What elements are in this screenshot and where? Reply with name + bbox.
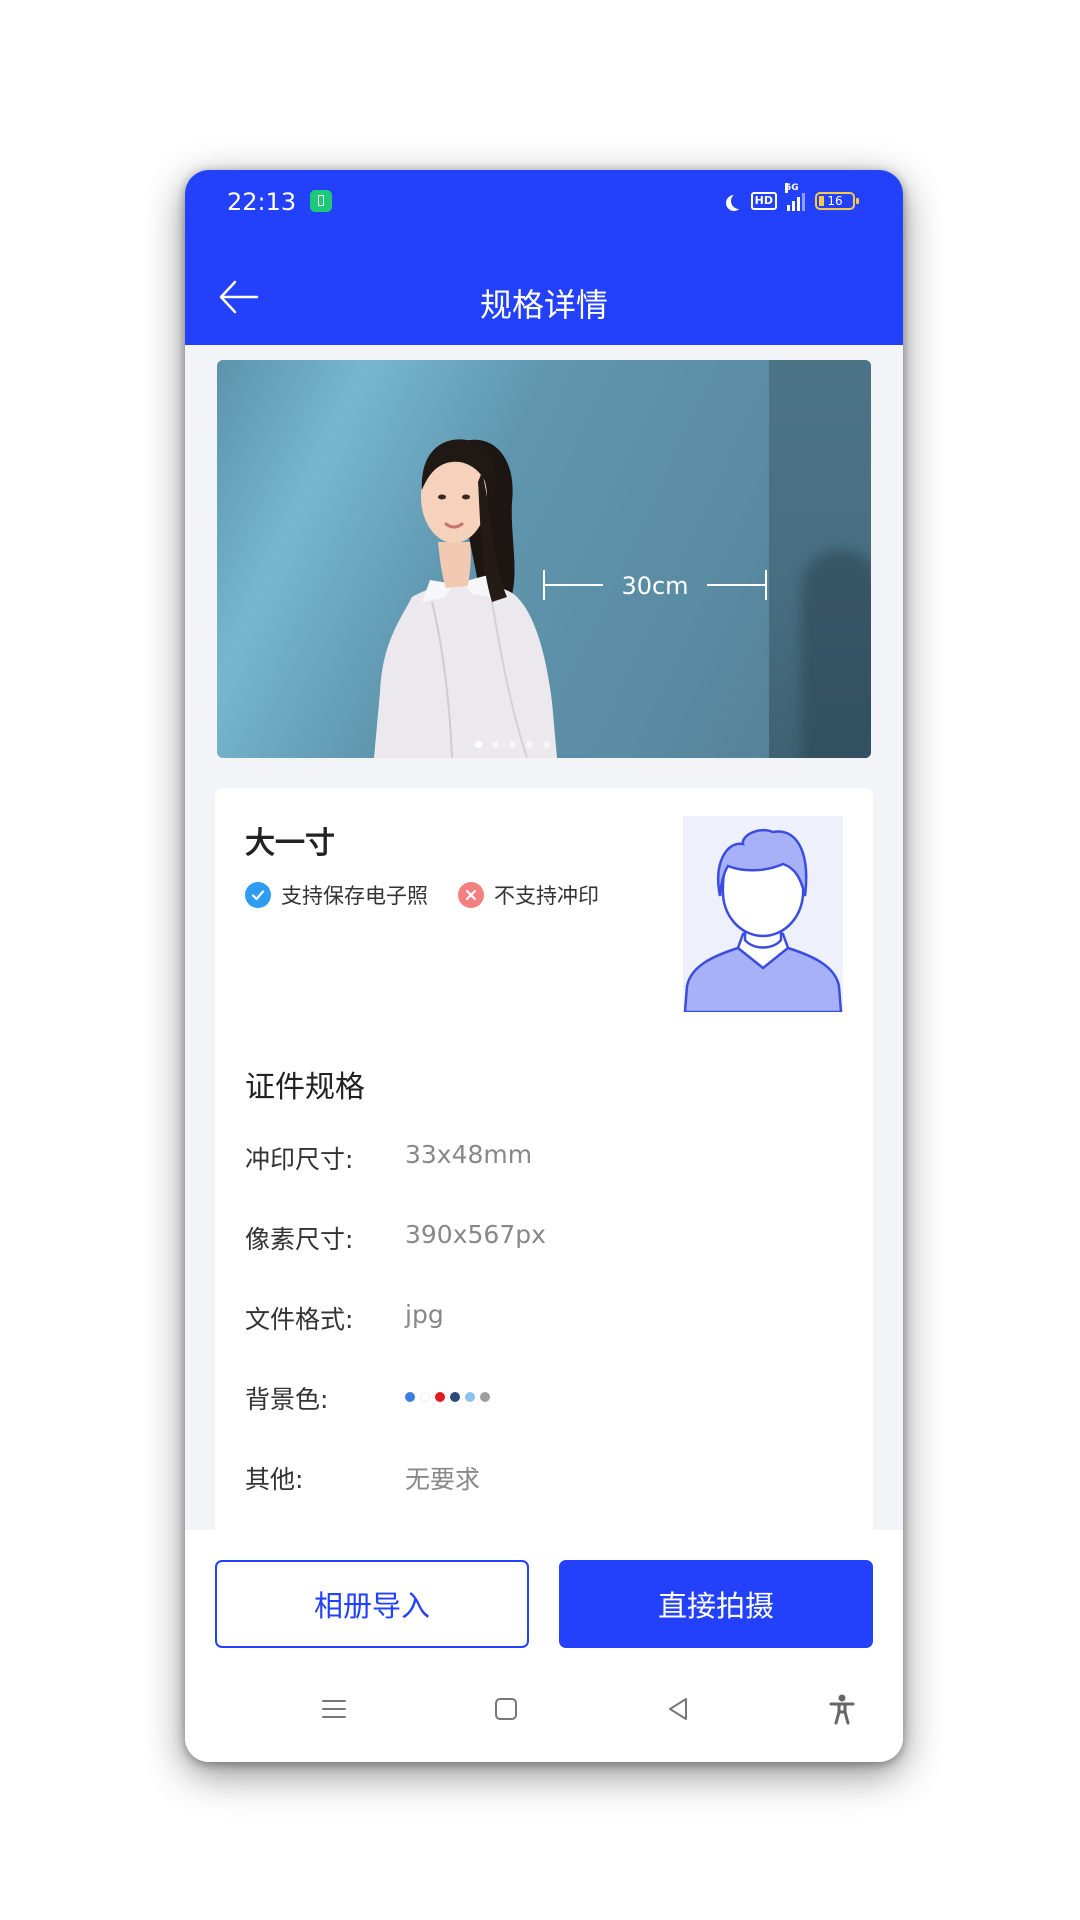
spec-name: 大一寸 xyxy=(245,826,335,861)
battery-app-icon xyxy=(310,190,332,212)
color-swatch xyxy=(420,1392,430,1402)
bottom-action-bar: 相册导入 直接拍摄 xyxy=(185,1530,903,1762)
color-swatch xyxy=(435,1392,445,1402)
distance-label: 30cm xyxy=(621,572,689,600)
row-label: 背景色: xyxy=(245,1385,329,1414)
battery-level: 16 xyxy=(827,194,843,208)
row-value: 无要求 xyxy=(405,1465,481,1494)
hd-icon: HD xyxy=(750,192,777,210)
badge-save-digital: 支持保存电子照 xyxy=(245,880,428,910)
spec-row-print-size: 冲印尺寸: 33x48mm xyxy=(245,1140,845,1180)
badge-no-print: 不支持冲印 xyxy=(458,880,599,910)
spec-row-pixel-size: 像素尺寸: 390x567px xyxy=(245,1220,845,1260)
color-swatch xyxy=(480,1392,490,1402)
support-badges: 支持保存电子照 不支持冲印 xyxy=(245,880,629,910)
carousel-dot[interactable] xyxy=(542,741,550,748)
avatar-silhouette-icon xyxy=(683,828,843,1012)
moon-icon xyxy=(731,193,747,209)
carousel-dots xyxy=(217,741,839,748)
color-swatch xyxy=(465,1392,475,1402)
check-circle-icon xyxy=(245,882,271,908)
photo-template-preview xyxy=(683,816,843,1012)
network-label: 5G xyxy=(785,183,799,193)
page-title: 规格详情 xyxy=(479,286,608,324)
spec-row-file-format: 文件格式: jpg xyxy=(245,1300,845,1340)
phone-screen: 22:13 HD 5G 16 规格详情 30cm 大一寸 支持保存电子照 不支持… xyxy=(185,170,903,1762)
carousel-dot[interactable] xyxy=(525,741,533,748)
spec-row-other: 其他: 无要求 xyxy=(245,1460,845,1500)
row-label: 像素尺寸: xyxy=(245,1225,354,1254)
badge-label: 不支持冲印 xyxy=(494,884,599,908)
hero-shadow xyxy=(801,550,871,758)
carousel-dot[interactable] xyxy=(474,741,482,748)
take-photo-button[interactable]: 直接拍摄 xyxy=(559,1560,873,1648)
spec-card: 大一寸 支持保存电子照 不支持冲印 证件规格 冲印尺寸: 33x48mm 像素尺… xyxy=(215,788,873,1548)
status-time: 22:13 xyxy=(227,188,297,216)
home-icon[interactable] xyxy=(489,1692,523,1726)
status-icons: HD 5G 16 xyxy=(725,183,859,214)
example-photo-carousel[interactable]: 30cm xyxy=(217,360,871,758)
system-navigation-bar xyxy=(185,1680,903,1740)
color-swatch xyxy=(405,1392,415,1402)
color-swatch xyxy=(450,1392,460,1402)
section-title: 证件规格 xyxy=(245,1070,365,1105)
app-header: 规格详情 xyxy=(185,250,903,345)
row-label: 其他: xyxy=(245,1465,304,1494)
distance-indicator: 30cm xyxy=(543,570,767,600)
signal-icon: 5G xyxy=(785,183,805,211)
back-triangle-icon[interactable] xyxy=(661,1692,695,1726)
row-label: 文件格式: xyxy=(245,1305,354,1334)
row-label: 冲印尺寸: xyxy=(245,1145,354,1174)
row-value: 390x567px xyxy=(405,1220,546,1249)
menu-icon[interactable] xyxy=(317,1692,351,1726)
spec-row-background-color: 背景色: xyxy=(245,1380,845,1420)
background-color-swatches xyxy=(405,1392,490,1402)
battery-icon: 16 xyxy=(815,192,859,210)
badge-label: 支持保存电子照 xyxy=(281,884,428,908)
row-value: 33x48mm xyxy=(405,1140,533,1169)
accessibility-icon[interactable] xyxy=(825,1692,859,1726)
album-import-button[interactable]: 相册导入 xyxy=(215,1560,529,1648)
row-value: jpg xyxy=(405,1300,444,1329)
close-circle-icon xyxy=(458,882,484,908)
carousel-dot[interactable] xyxy=(491,741,499,748)
status-bar: 22:13 HD 5G 16 xyxy=(185,170,903,250)
carousel-dot[interactable] xyxy=(508,741,516,748)
